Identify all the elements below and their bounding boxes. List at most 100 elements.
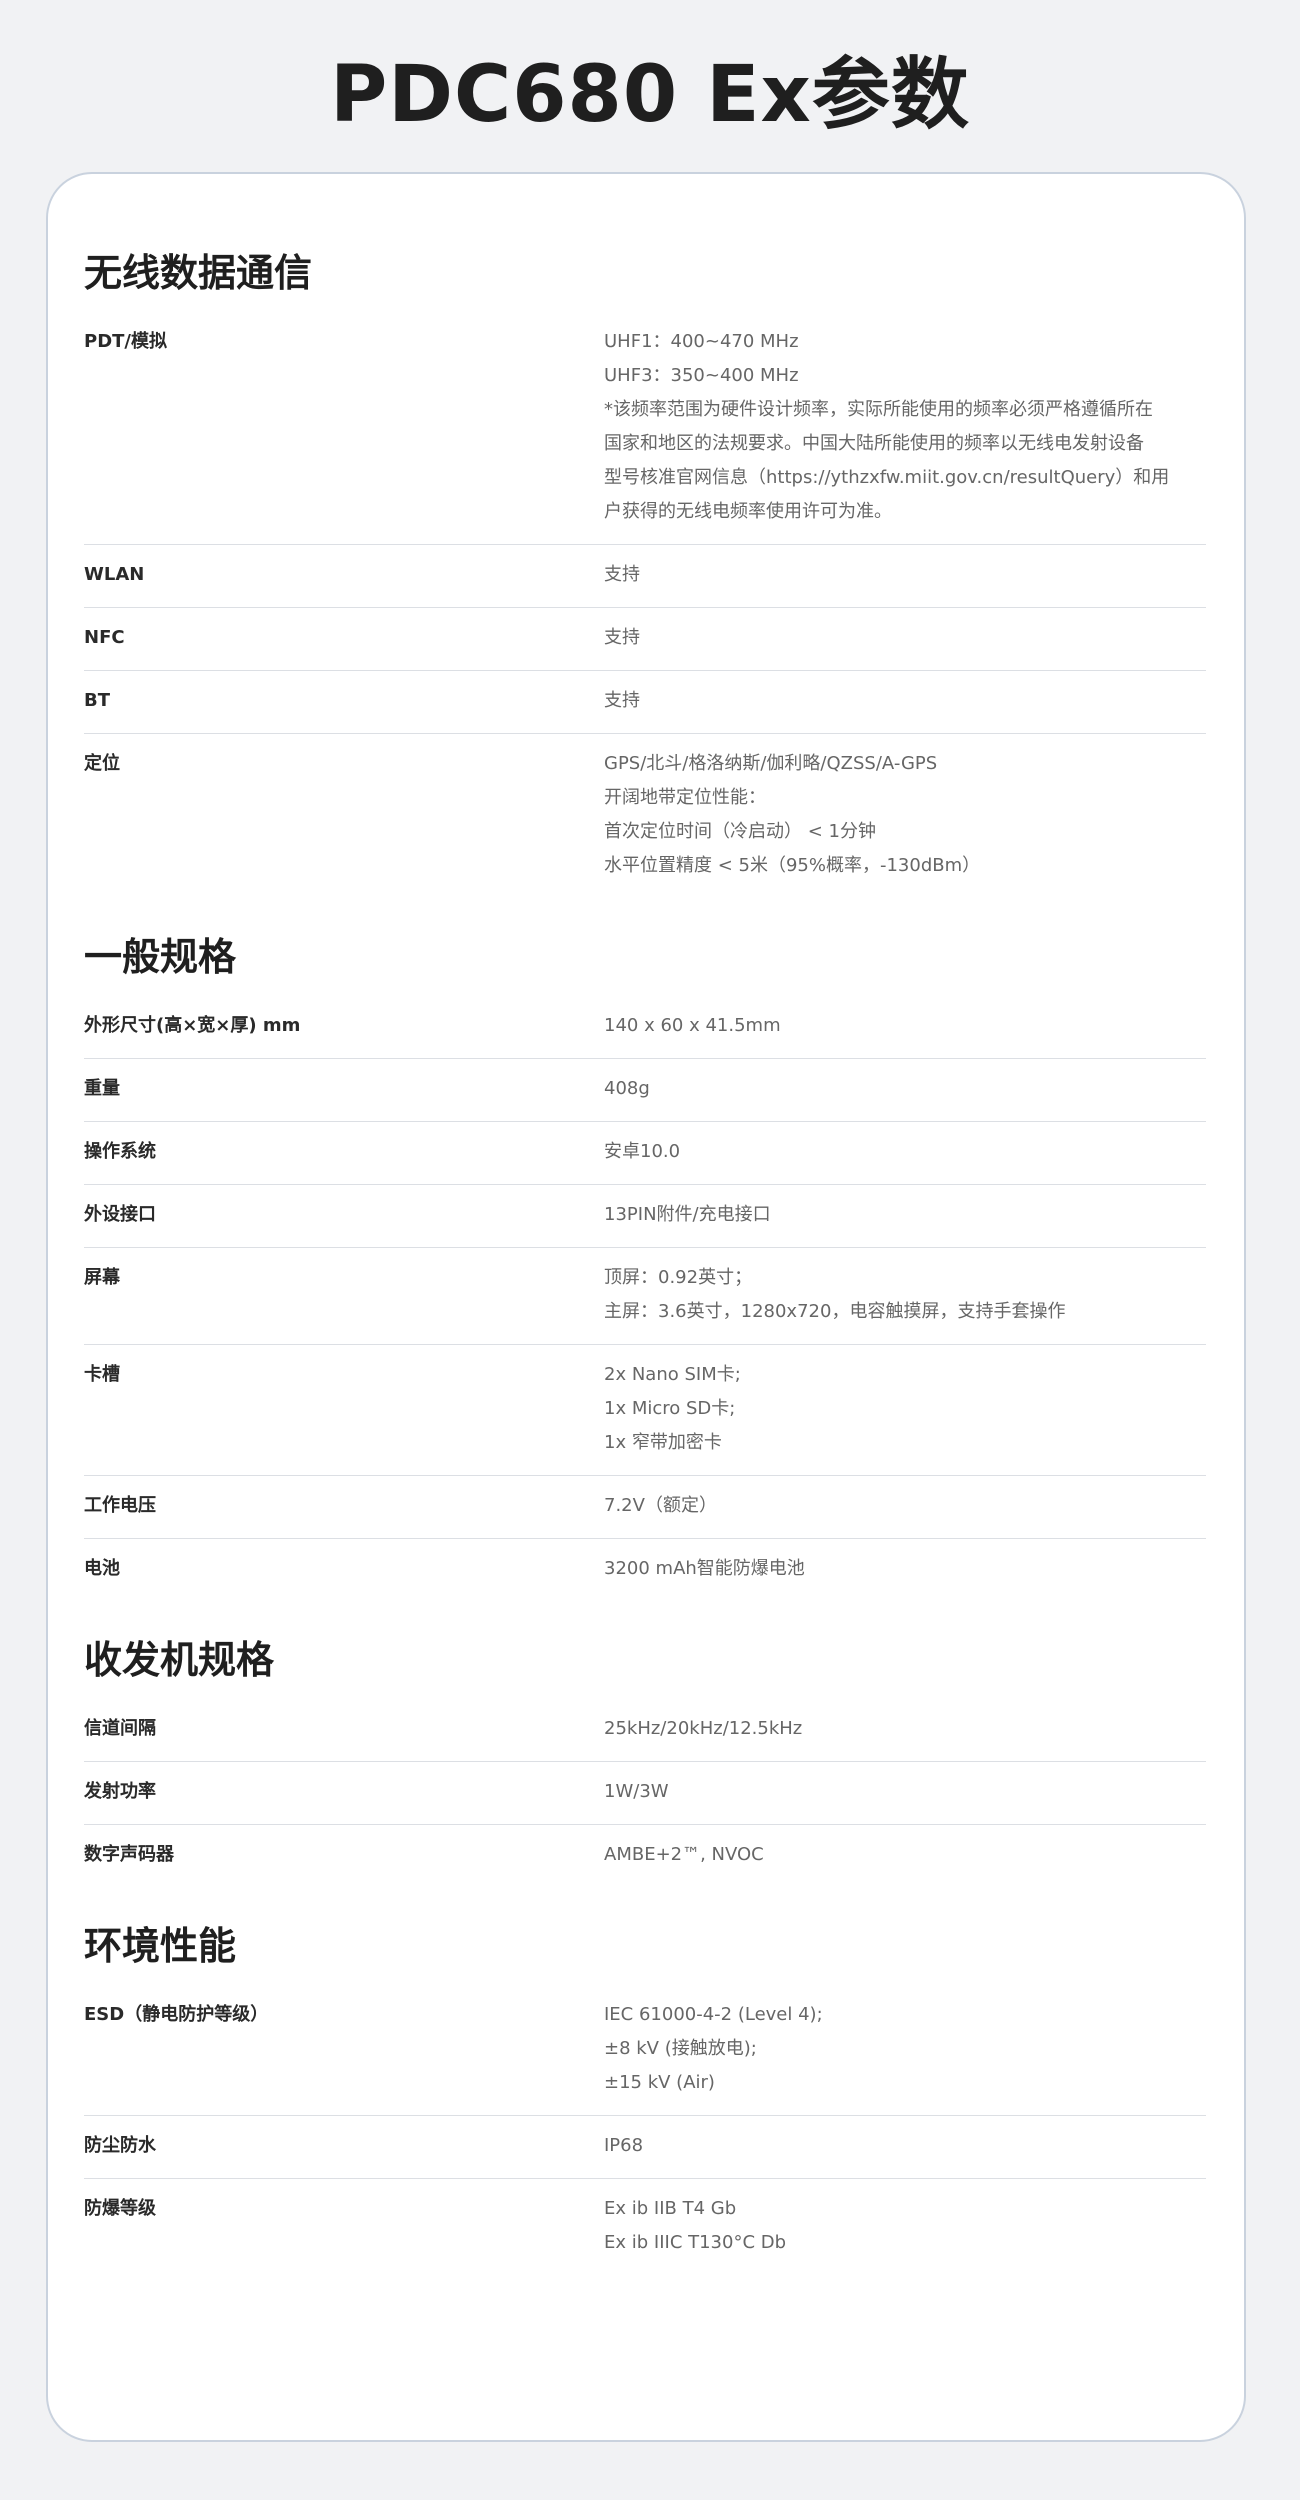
spec-value: 顶屏：0.92英寸； 主屏：3.6英寸，1280x720，电容触摸屏，支持手套操作 (604, 1261, 1206, 1329)
spec-value-line: AMBE+2™, NVOC (604, 1844, 764, 1865)
spec-value-line: 支持 (604, 690, 640, 711)
spec-row: 工作电压 7.2V（额定） (84, 1476, 1206, 1539)
spec-row: 信道间隔 25kHz/20kHz/12.5kHz (84, 1699, 1206, 1762)
spec-value: IEC 61000-4-2 (Level 4); ±8 kV (接触放电); ±15… (604, 1998, 1206, 2100)
spec-row: 发射功率 1W/3W (84, 1762, 1206, 1825)
spec-section: 一般规格外形尺寸(高×宽×厚) mm 140 x 60 x 41.5mm 重量 408… (84, 926, 1206, 1601)
spec-value-line: 25kHz/20kHz/12.5kHz (604, 1718, 803, 1739)
spec-value: 安卓10.0 (604, 1135, 1206, 1169)
spec-value-line: 顶屏：0.92英寸； (604, 1267, 753, 1288)
spec-value-line: 408g (604, 1078, 650, 1099)
spec-value-line: 主屏：3.6英寸，1280x720，电容触摸屏，支持手套操作 (604, 1301, 1066, 1322)
spec-value-line: 户获得的无线电频率使用许可为准。 (604, 501, 892, 522)
spec-value-line: 140 x 60 x 41.5mm (604, 1015, 781, 1036)
spec-section: 环境性能 ESD（静电防护等级） IEC 61000-4-2 (Level 4); ±… (84, 1915, 1206, 2275)
spec-value-line: 安卓10.0 (604, 1141, 681, 1162)
spec-value-line: ±8 kV (接触放电); (604, 2038, 757, 2059)
spec-value-line: ±15 kV (Air) (604, 2072, 715, 2093)
spec-label: ESD（静电防护等级） (84, 2004, 269, 2025)
spec-value-line: UHF3：350~400 MHz (604, 365, 799, 386)
spec-value-line: IP68 (604, 2135, 644, 2156)
spec-value-line: 首次定位时间（冷启动） < 1分钟 (604, 821, 876, 842)
spec-value-line: 1x Micro SD卡; (604, 1398, 736, 1419)
spec-label: 信道间隔 (84, 1718, 156, 1739)
spec-label: BT (84, 690, 110, 711)
spec-value: GPS/北斗/格洛纳斯/伽利略/QZSS/A-GPS 开阔地带定位性能： 首次定位时… (604, 747, 1206, 883)
spec-value-line: Ex ib IIB T4 Gb (604, 2198, 737, 2219)
spec-value-line: 水平位置精度 < 5米（95%概率，-130dBm） (604, 855, 981, 876)
spec-value-line: 国家和地区的法规要求。中国大陆所能使用的频率以无线电发射设备 (604, 433, 1144, 454)
spec-label: 卡槽 (84, 1364, 120, 1385)
spec-row: 重量 408g (84, 1059, 1206, 1122)
section-title: 一般规格 (84, 935, 237, 979)
spec-value-line: Ex ib IIIC T130°C Db (604, 2232, 787, 2253)
spec-row: 操作系统 安卓10.0 (84, 1122, 1206, 1185)
spec-value-line: GPS/北斗/格洛纳斯/伽利略/QZSS/A-GPS (604, 753, 938, 774)
spec-label: 发射功率 (84, 1781, 156, 1802)
spec-row: NFC 支持 (84, 608, 1206, 671)
spec-value-line: 型号核准官网信息（https://ythzxfw.miit.gov.cn/res… (604, 467, 1170, 488)
spec-row: 定位 GPS/北斗/格洛纳斯/伽利略/QZSS/A-GPS 开阔地带定位性能： 首次定… (84, 734, 1206, 898)
spec-value-line: 开阔地带定位性能： (604, 787, 766, 808)
spec-value: 140 x 60 x 41.5mm (604, 1009, 1206, 1043)
spec-value-line: 2x Nano SIM卡; (604, 1364, 741, 1385)
spec-value: 支持 (604, 684, 1206, 718)
spec-row: 外设接口 13PIN附件/充电接口 (84, 1185, 1206, 1248)
spec-value: 支持 (604, 558, 1206, 592)
spec-value-line: 支持 (604, 564, 640, 585)
spec-row: 外形尺寸(高×宽×厚) mm 140 x 60 x 41.5mm (84, 996, 1206, 1059)
spec-row: 数字声码器 AMBE+2™, NVOC (84, 1825, 1206, 1887)
section-title: 收发机规格 (84, 1638, 275, 1682)
spec-value-line: 1x 窄带加密卡 (604, 1432, 722, 1453)
spec-row: BT 支持 (84, 671, 1206, 734)
spec-value: 3200 mAh智能防爆电池 (604, 1552, 1206, 1586)
spec-label: 数字声码器 (84, 1844, 174, 1865)
spec-value: 7.2V（额定） (604, 1489, 1206, 1523)
spec-value: 2x Nano SIM卡; 1x Micro SD卡; 1x 窄带加密卡 (604, 1358, 1206, 1460)
spec-label: 屏幕 (84, 1267, 120, 1288)
spec-value-line: 1W/3W (604, 1781, 669, 1802)
spec-label: 外设接口 (84, 1204, 156, 1225)
spec-value-line: 13PIN附件/充电接口 (604, 1204, 771, 1225)
spec-value-line: 7.2V（额定） (604, 1495, 717, 1516)
spec-row: WLAN 支持 (84, 545, 1206, 608)
spec-row: 卡槽 2x Nano SIM卡; 1x Micro SD卡; 1x 窄带加密卡 (84, 1345, 1206, 1476)
spec-section: 无线数据通信 PDT/模拟 UHF1：400~470 MHz UHF3：350~400… (84, 242, 1206, 898)
spec-value: AMBE+2™, NVOC (604, 1838, 1206, 1872)
spec-row: 防尘防水 IP68 (84, 2116, 1206, 2179)
spec-section: 收发机规格信道间隔 25kHz/20kHz/12.5kHz 发射功率 1W/3W 数字声… (84, 1629, 1206, 1887)
spec-label: PDT/模拟 (84, 331, 167, 352)
spec-row: ESD（静电防护等级） IEC 61000-4-2 (Level 4); ±8 kV… (84, 1985, 1206, 2116)
spec-label: 定位 (84, 753, 120, 774)
spec-value: IP68 (604, 2129, 1206, 2163)
spec-value: Ex ib IIB T4 Gb Ex ib IIIC T130°C Db (604, 2192, 1206, 2260)
spec-row: 电池 3200 mAh智能防爆电池 (84, 1539, 1206, 1601)
spec-label: WLAN (84, 564, 145, 585)
section-title: 环境性能 (84, 1924, 237, 1968)
spec-value: 25kHz/20kHz/12.5kHz (604, 1712, 1206, 1746)
section-title: 无线数据通信 (84, 251, 313, 295)
spec-value: 13PIN附件/充电接口 (604, 1198, 1206, 1232)
spec-row: 屏幕 顶屏：0.92英寸； 主屏：3.6英寸，1280x720，电容触摸屏，支持手套… (84, 1248, 1206, 1345)
spec-label: 工作电压 (84, 1495, 156, 1516)
spec-card: 无线数据通信 PDT/模拟 UHF1：400~470 MHz UHF3：350~400… (46, 172, 1246, 2442)
spec-row: PDT/模拟 UHF1：400~470 MHz UHF3：350~400 MHz *该… (84, 312, 1206, 545)
spec-label: 电池 (84, 1558, 120, 1579)
spec-value-line: 3200 mAh智能防爆电池 (604, 1558, 805, 1579)
spec-label: 防尘防水 (84, 2135, 156, 2156)
spec-row: 防爆等级 Ex ib IIB T4 Gb Ex ib IIIC T130°C Db (84, 2179, 1206, 2275)
spec-label: 操作系统 (84, 1141, 156, 1162)
spec-value-line: UHF1：400~470 MHz (604, 331, 799, 352)
spec-value-line: 支持 (604, 627, 640, 648)
spec-label: 重量 (84, 1078, 120, 1099)
spec-value: 支持 (604, 621, 1206, 655)
spec-value: 1W/3W (604, 1775, 1206, 1809)
page-title: PDC680 Ex参数 (330, 50, 970, 140)
spec-value: 408g (604, 1072, 1206, 1106)
spec-value-line: IEC 61000-4-2 (Level 4); (604, 2004, 823, 2025)
spec-value-line: *该频率范围为硬件设计频率，实际所能使用的频率必须严格遵循所在 (604, 399, 1153, 420)
spec-label: NFC (84, 627, 125, 648)
spec-label: 防爆等级 (84, 2198, 156, 2219)
spec-value: UHF1：400~470 MHz UHF3：350~400 MHz *该频率范围为硬… (604, 325, 1206, 529)
spec-label: 外形尺寸(高×宽×厚) mm (84, 1015, 301, 1036)
